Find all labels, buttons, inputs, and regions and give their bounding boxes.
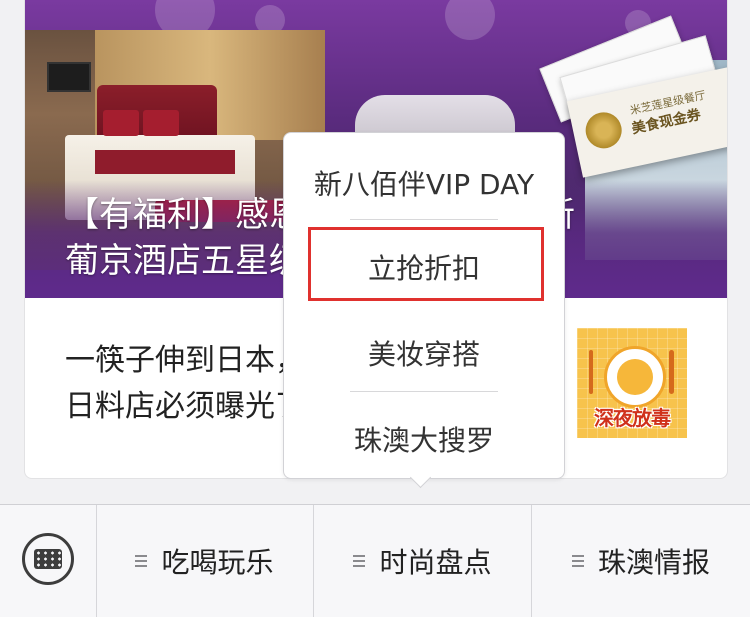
menu-item-flash-discount[interactable]: 立抢折扣	[284, 247, 564, 287]
bottom-menu-bar: 吃喝玩乐 时尚盘点 珠澳情报	[0, 504, 750, 617]
tab-label: 珠澳情报	[597, 546, 710, 579]
gift-bow-icon	[582, 108, 626, 152]
menu-item-zhuhai-macau-search[interactable]: 珠澳大搜罗	[284, 419, 564, 459]
submenu-popup: 新八佰伴VIP DAY 立抢折扣 美妆穿搭 珠澳大搜罗	[283, 132, 565, 479]
menu-item-beauty-fashion[interactable]: 美妆穿搭	[284, 333, 564, 373]
menu-lines-icon	[353, 554, 366, 568]
menu-divider	[350, 219, 498, 220]
tab-fashion[interactable]: 时尚盘点	[314, 505, 532, 617]
menu-lines-icon	[571, 554, 584, 568]
menu-item-vip-day[interactable]: 新八佰伴VIP DAY	[284, 163, 564, 203]
plate-icon	[604, 346, 666, 408]
tab-label: 吃喝玩乐	[161, 546, 274, 579]
tab-food-fun[interactable]: 吃喝玩乐	[96, 505, 314, 617]
tab-label: 时尚盘点	[379, 546, 492, 579]
menu-divider	[350, 391, 498, 392]
knife-icon	[669, 350, 674, 394]
menu-lines-icon	[135, 554, 148, 568]
thumbnail-label: 深夜放毒	[594, 406, 671, 430]
fork-icon	[589, 350, 593, 394]
tab-news[interactable]: 珠澳情报	[532, 505, 750, 617]
bokeh-decoration	[445, 0, 495, 40]
article-thumbnail: 深夜放毒	[577, 328, 687, 438]
keyboard-icon	[22, 533, 74, 585]
keyboard-toggle-button[interactable]	[0, 505, 97, 617]
